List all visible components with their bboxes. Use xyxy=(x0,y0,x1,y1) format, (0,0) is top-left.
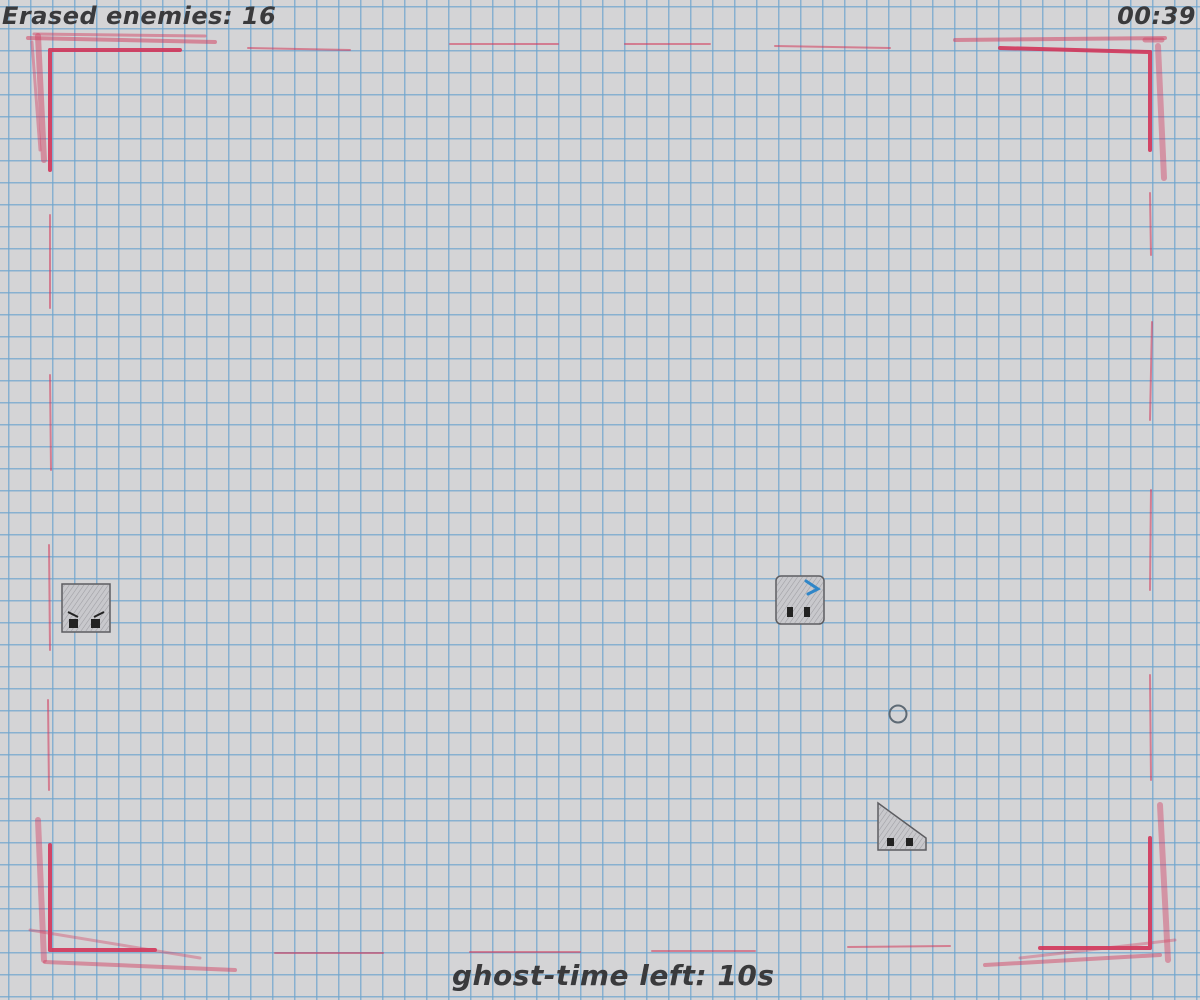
game-timer: 00:39 xyxy=(1117,2,1196,30)
aim-cursor xyxy=(888,704,908,724)
enemy-triangle xyxy=(877,801,927,851)
enemy-square-angry xyxy=(61,583,111,633)
playfield xyxy=(61,575,927,851)
erased-enemies-counter: Erased enemies: 16 xyxy=(2,2,277,30)
ghost-time-label: ghost-time left: 10s xyxy=(452,959,775,992)
player-square xyxy=(775,575,825,625)
